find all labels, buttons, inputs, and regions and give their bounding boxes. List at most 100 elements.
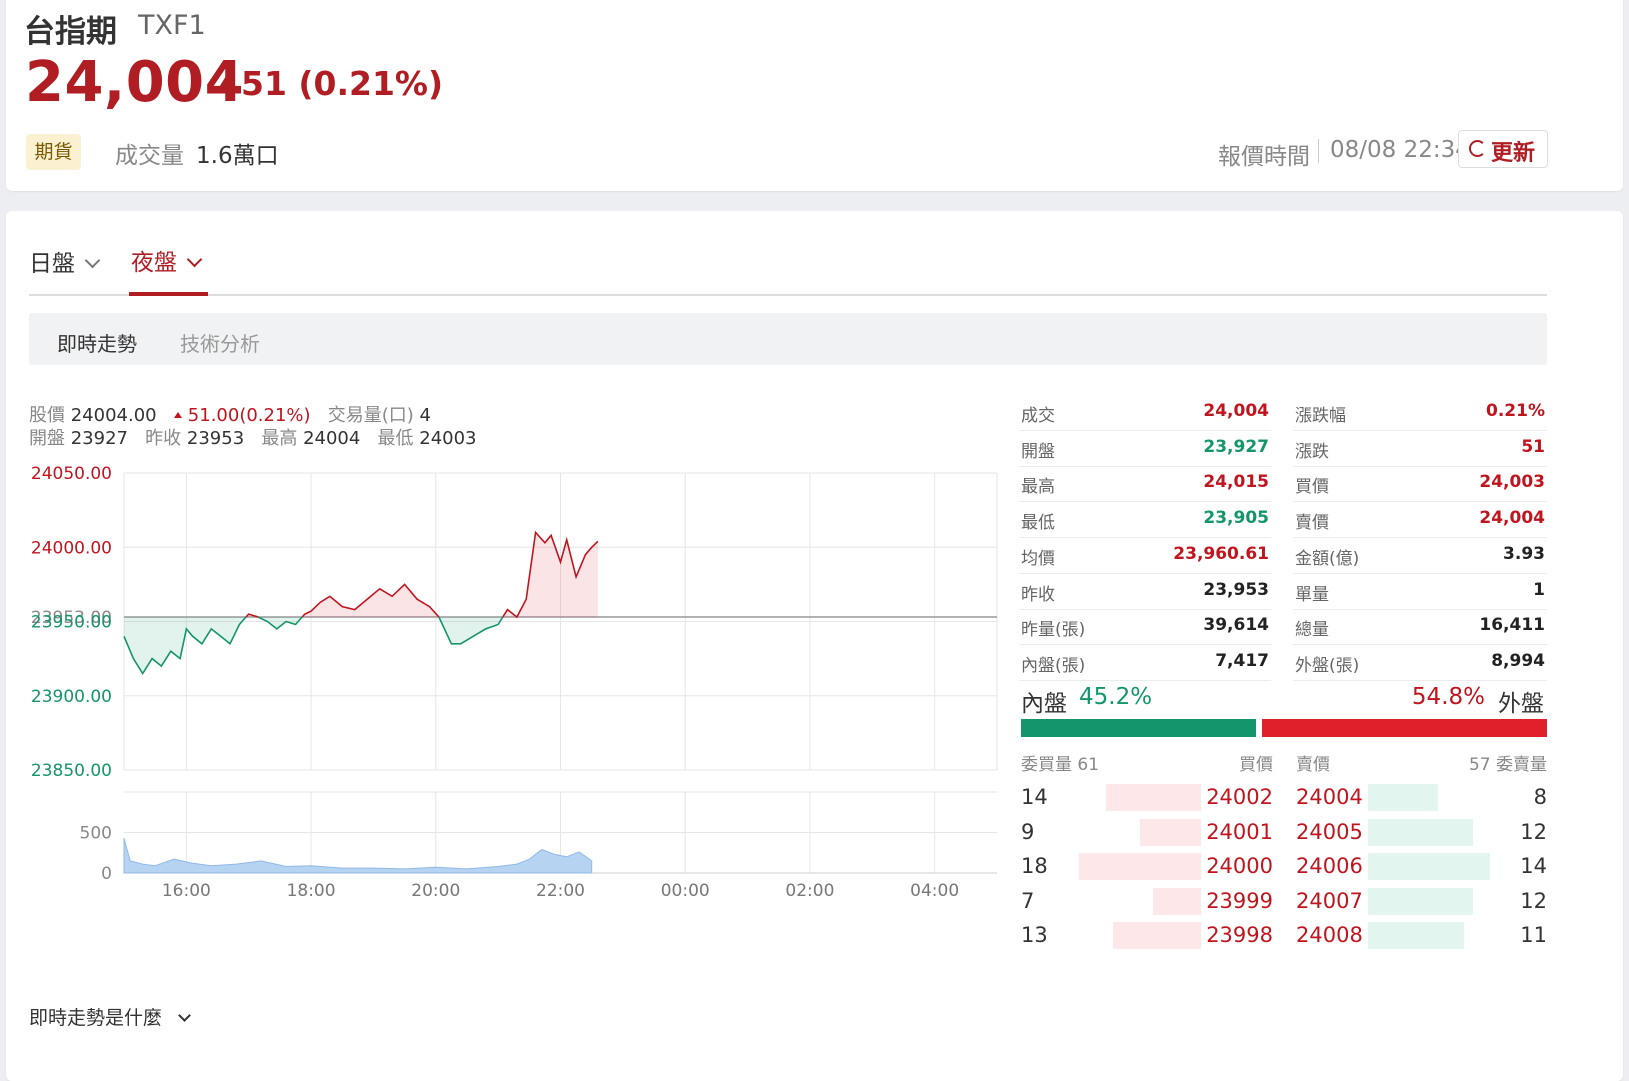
- stat-label: 最低: [1021, 513, 1055, 534]
- x-tick-label: 02:00: [785, 881, 834, 901]
- stat-row: 內盤(張) 7,417: [1019, 645, 1271, 681]
- ask-volume-header: 57 委賣量: [1468, 755, 1547, 775]
- volume-tick-label: 0: [101, 864, 112, 884]
- price-value: 24004.00: [70, 405, 157, 426]
- subtab-realtime[interactable]: 即時走勢: [57, 328, 137, 357]
- x-tick-label: 16:00: [162, 881, 211, 901]
- ask-price: 24007: [1296, 888, 1363, 913]
- ask-depth-bar: [1368, 887, 1473, 915]
- chevron-down-icon: [178, 1009, 191, 1022]
- x-tick-label: 18:00: [287, 881, 336, 901]
- price-change: 51 (0.21%): [241, 64, 444, 103]
- stat-label: 最高: [1021, 477, 1055, 498]
- stat-row: 均價 23,960.61: [1019, 538, 1271, 574]
- prev-close-label: 昨收: [145, 428, 182, 449]
- ask-volume: 12: [1520, 888, 1547, 913]
- refresh-icon: [1469, 140, 1486, 157]
- stat-label: 單量: [1295, 584, 1329, 605]
- stat-label: 總量: [1295, 620, 1329, 641]
- bid-price: 24002: [1206, 785, 1273, 809]
- volume-value: 1.6萬口: [196, 143, 279, 169]
- up-arrow-icon: [218, 76, 234, 89]
- quote-time-label: 報價時間: [1218, 144, 1310, 170]
- outer-label: 外盤: [1498, 691, 1544, 717]
- trade-volume-label: 交易量(口): [327, 405, 414, 426]
- bid-price-header: 買價: [1239, 755, 1273, 775]
- stat-label: 漲跌: [1295, 441, 1329, 462]
- bid-depth-bar: [1113, 922, 1201, 950]
- stat-value: 23,960.61: [1173, 543, 1269, 564]
- y-tick-label: 23950.00: [31, 613, 112, 633]
- stat-label: 成交: [1021, 406, 1055, 426]
- ask-depth-bar: [1368, 922, 1464, 950]
- stat-value: 23,953: [1203, 579, 1269, 600]
- inner-label: 內盤: [1021, 691, 1067, 717]
- open-label: 開盤: [29, 428, 65, 449]
- stat-label: 開盤: [1021, 441, 1055, 462]
- bid-volume: 18: [1021, 854, 1048, 879]
- outer-percent: 54.8%: [1411, 684, 1485, 710]
- volume-label: 成交量: [115, 143, 184, 169]
- up-arrow-icon: [173, 412, 182, 418]
- refresh-label: 更新: [1491, 141, 1536, 166]
- ask-price: 24005: [1296, 819, 1363, 844]
- faq-realtime-toggle[interactable]: 即時走勢是什麼: [29, 1003, 191, 1030]
- stat-value: 24,015: [1203, 472, 1269, 493]
- stat-label: 外盤(張): [1295, 655, 1360, 676]
- stat-row: 昨收 23,953: [1019, 574, 1271, 610]
- chevron-down-icon: [186, 251, 203, 268]
- stat-value: 23,905: [1203, 508, 1269, 529]
- instrument-title: 台指期: [24, 14, 117, 50]
- bid-price: 23998: [1206, 923, 1273, 948]
- stat-row: 買價 24,003: [1293, 466, 1547, 503]
- tab-night-label: 夜盤: [131, 250, 177, 276]
- bid-price: 24001: [1206, 819, 1273, 844]
- y-tick-label: 23900.00: [31, 687, 112, 707]
- ask-depth-bar: [1368, 818, 1473, 846]
- ask-price: 24006: [1296, 854, 1363, 879]
- bid-volume: 9: [1021, 819, 1035, 844]
- ask-volume: 11: [1520, 923, 1547, 948]
- inner-ratio-bar: [1021, 719, 1256, 737]
- stat-row: 漲跌幅 0.21%: [1293, 395, 1547, 431]
- refresh-button[interactable]: 更新: [1458, 130, 1548, 168]
- prev-close-value: 23953: [186, 428, 245, 449]
- ask-price-header: 賣價: [1296, 755, 1330, 775]
- ask-price: 24008: [1296, 923, 1363, 948]
- tab-night-session[interactable]: 夜盤: [131, 243, 203, 277]
- stat-label: 均價: [1021, 548, 1055, 569]
- y-tick-label: 23850.00: [31, 761, 112, 781]
- intraday-chart[interactable]: 24050.0024000.0023953.0023950.0023900.00…: [0, 455, 1010, 905]
- low-label: 最低: [377, 428, 414, 449]
- faq-question: 即時走勢是什麼: [29, 1007, 163, 1029]
- subtab-technical[interactable]: 技術分析: [180, 328, 260, 357]
- ask-volume: 8: [1533, 785, 1547, 809]
- stat-row: 外盤(張) 8,994: [1293, 645, 1547, 681]
- stat-label: 內盤(張): [1021, 655, 1086, 676]
- bid-volume: 14: [1021, 785, 1048, 809]
- change-value: 51.00(0.21%): [187, 405, 311, 426]
- quote-time-value: 08/08 22:34: [1330, 137, 1470, 163]
- stat-label: 昨量(張): [1021, 620, 1086, 641]
- stat-value: 7,417: [1215, 650, 1269, 671]
- stat-row: 成交 24,004: [1019, 395, 1271, 431]
- bid-volume: 7: [1021, 888, 1035, 913]
- stat-value: 1: [1533, 579, 1545, 600]
- price-area: [502, 532, 598, 618]
- stat-value: 24,004: [1479, 508, 1545, 529]
- stat-value: 51: [1521, 436, 1545, 457]
- stat-row: 最低 23,905: [1019, 502, 1271, 539]
- x-tick-label: 20:00: [411, 881, 460, 901]
- tab-day-label: 日盤: [29, 251, 75, 277]
- bid-depth-bar: [1140, 818, 1201, 846]
- ask-price: 24004: [1296, 785, 1363, 809]
- instrument-symbol: TXF1: [138, 10, 206, 41]
- stat-label: 賣價: [1295, 513, 1329, 534]
- stat-row: 開盤 23,927: [1019, 431, 1271, 467]
- low-value: 24003: [419, 428, 477, 449]
- trade-volume-value: 4: [419, 405, 431, 426]
- inner-percent: 45.2%: [1079, 684, 1153, 710]
- high-value: 24004: [303, 428, 361, 449]
- tab-day-session[interactable]: 日盤: [29, 244, 101, 278]
- bid-price: 23999: [1206, 888, 1273, 913]
